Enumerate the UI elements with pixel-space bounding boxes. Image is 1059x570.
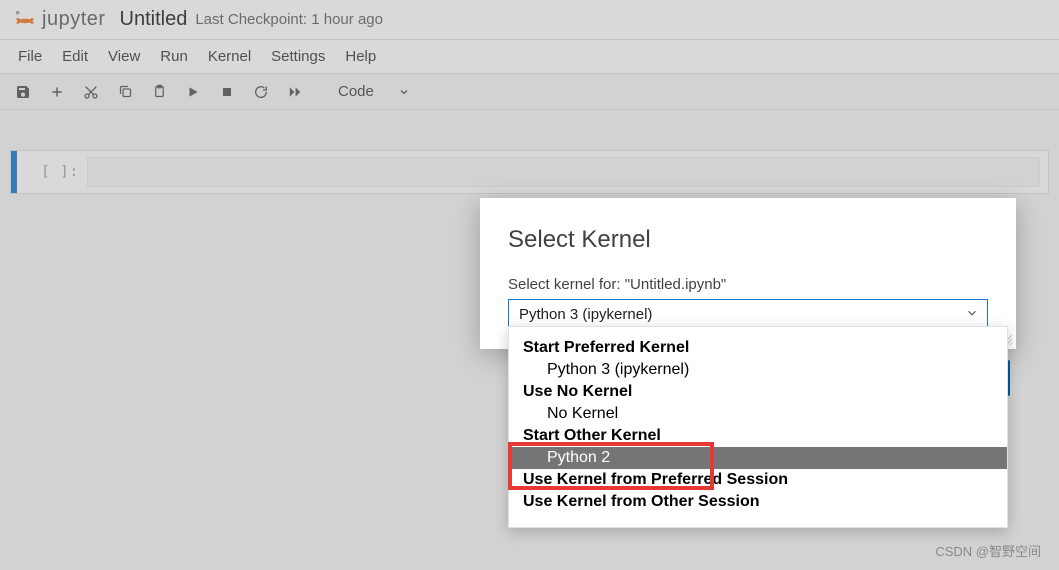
dd-item-python3[interactable]: Python 3 (ipykernel) xyxy=(509,359,1007,381)
dd-group-other: Start Other Kernel xyxy=(509,425,1007,447)
dd-group-preferred-session: Use Kernel from Preferred Session xyxy=(509,469,1007,491)
dd-group-preferred: Start Preferred Kernel xyxy=(509,337,1007,359)
dd-item-python2[interactable]: Python 2 xyxy=(509,447,1007,469)
dd-item-nokernel[interactable]: No Kernel xyxy=(509,403,1007,425)
kernel-dropdown: Start Preferred Kernel Python 3 (ipykern… xyxy=(508,326,1008,528)
dialog-label-prefix: Select kernel for: xyxy=(508,276,625,293)
dd-group-other-session: Use Kernel from Other Session xyxy=(509,491,1007,513)
chevron-down-icon xyxy=(965,306,979,320)
watermark: CSDN @智野空间 xyxy=(935,541,1041,560)
kernel-select-value: Python 3 (ipykernel) xyxy=(519,306,652,323)
dialog-label: Select kernel for: "Untitled.ipynb" xyxy=(508,276,988,293)
dialog-title: Select Kernel xyxy=(508,226,988,254)
dd-group-nokernel: Use No Kernel xyxy=(509,381,1007,403)
kernel-select[interactable]: Python 3 (ipykernel) xyxy=(508,299,988,329)
dialog-label-file: "Untitled.ipynb" xyxy=(625,276,727,293)
